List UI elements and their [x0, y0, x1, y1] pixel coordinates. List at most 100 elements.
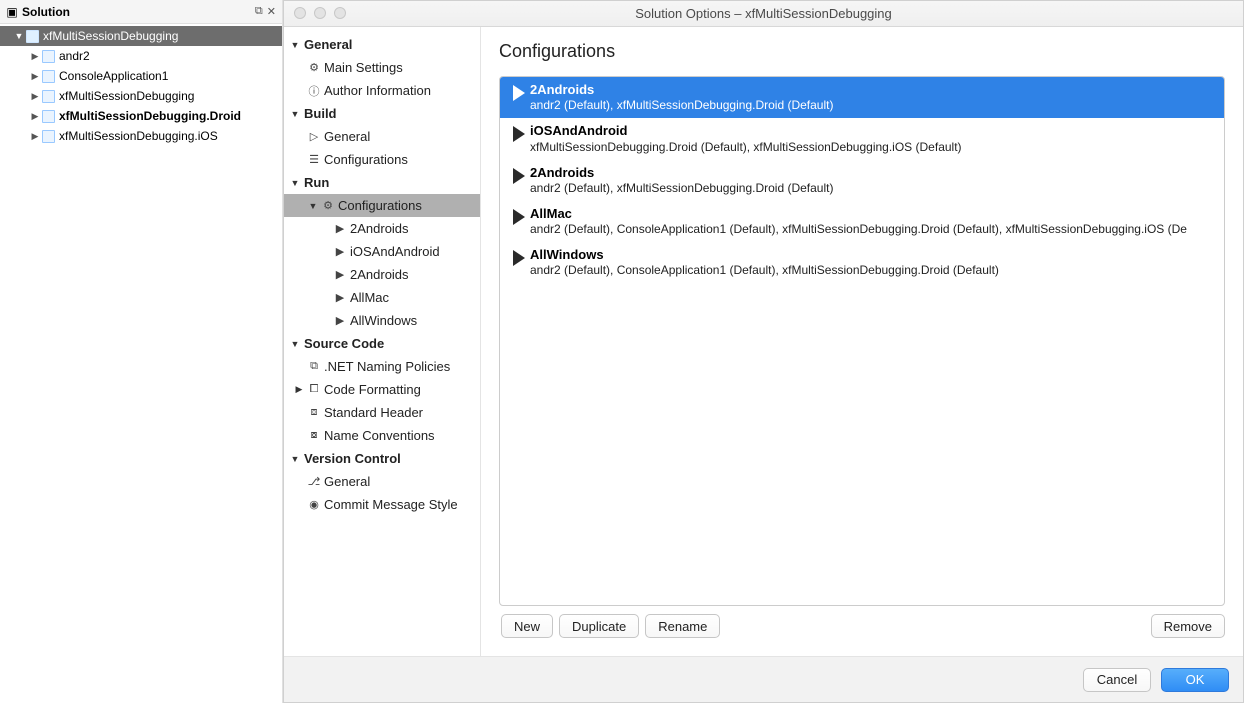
nav-item-build-configurations[interactable]: ☰Configurations: [284, 148, 480, 171]
chevron-right-icon[interactable]: ▶: [28, 131, 42, 142]
play-icon: ▶: [332, 268, 348, 281]
panel-pin-button[interactable]: ⧉: [255, 5, 263, 18]
solution-options-dialog: Solution Options – xfMultiSessionDebuggi…: [283, 0, 1244, 703]
nav-item-main-settings[interactable]: ⚙Main Settings: [284, 56, 480, 79]
nav-section-source-code[interactable]: ▼Source Code: [284, 332, 480, 355]
play-icon: [508, 81, 530, 102]
solution-panel-title: Solution: [22, 5, 255, 19]
project-item[interactable]: ▶ xfMultiSessionDebugging.Droid: [0, 106, 282, 126]
configuration-item[interactable]: 2Androids andr2 (Default), xfMultiSessio…: [500, 77, 1224, 118]
configuration-name: AllMac: [530, 206, 1216, 222]
chevron-down-icon[interactable]: ▼: [288, 109, 302, 119]
play-icon: [508, 122, 530, 143]
list-icon: ☰: [306, 153, 322, 166]
play-icon: [508, 205, 530, 226]
solution-root-label: xfMultiSessionDebugging: [43, 29, 178, 43]
ok-button[interactable]: OK: [1161, 668, 1229, 692]
configurations-toolbar: New Duplicate Rename Remove: [499, 606, 1225, 646]
configuration-desc: andr2 (Default), ConsoleApplication1 (De…: [530, 222, 1216, 237]
nav-section-run[interactable]: ▼Run: [284, 171, 480, 194]
cancel-button[interactable]: Cancel: [1083, 668, 1151, 692]
chevron-down-icon[interactable]: ▼: [288, 339, 302, 349]
content-title: Configurations: [499, 41, 1225, 62]
nav-item-run-configurations[interactable]: ▼⚙Configurations: [284, 194, 480, 217]
play-icon: ▶: [332, 291, 348, 304]
configuration-item[interactable]: AllWindows andr2 (Default), ConsoleAppli…: [500, 242, 1224, 283]
tag-icon: ⧉: [306, 360, 322, 373]
window-close-button[interactable]: [294, 7, 306, 19]
chevron-right-icon[interactable]: ▶: [28, 91, 42, 102]
chevron-down-icon[interactable]: ▼: [288, 178, 302, 188]
nav-item-run-config[interactable]: ▶2Androids: [284, 217, 480, 240]
panel-close-button[interactable]: ✕: [267, 5, 276, 18]
nav-item-build-general[interactable]: ▷General: [284, 125, 480, 148]
nav-item-code-formatting[interactable]: ▶⧠Code Formatting: [284, 378, 480, 401]
solution-root-item[interactable]: ▼ xfMultiSessionDebugging: [0, 26, 282, 46]
configuration-name: 2Androids: [530, 82, 1216, 98]
new-button[interactable]: New: [501, 614, 553, 638]
chevron-right-icon[interactable]: ▶: [292, 384, 306, 395]
chevron-right-icon[interactable]: ▶: [28, 51, 42, 62]
chevron-down-icon[interactable]: ▼: [288, 40, 302, 50]
project-label: xfMultiSessionDebugging: [59, 89, 194, 103]
configuration-item[interactable]: 2Androids andr2 (Default), xfMultiSessio…: [500, 160, 1224, 201]
nav-item-run-config[interactable]: ▶iOSAndAndroid: [284, 240, 480, 263]
project-icon: [42, 90, 55, 103]
nav-section-version-control[interactable]: ▼Version Control: [284, 447, 480, 470]
nav-item-run-config[interactable]: ▶2Androids: [284, 263, 480, 286]
nav-item-standard-header[interactable]: ⧈Standard Header: [284, 401, 480, 424]
project-label: ConsoleApplication1: [59, 69, 168, 83]
play-icon: [508, 246, 530, 267]
project-icon: [42, 70, 55, 83]
chevron-down-icon[interactable]: ▼: [306, 201, 320, 211]
configuration-name: iOSAndAndroid: [530, 123, 1216, 139]
play-icon: ▶: [332, 222, 348, 235]
configuration-name: 2Androids: [530, 165, 1216, 181]
solution-panel: ▣ Solution ⧉ ✕ ▼ xfMultiSessionDebugging…: [0, 0, 283, 703]
nav-item-author-info[interactable]: ⓘAuthor Information: [284, 79, 480, 102]
configuration-item[interactable]: AllMac andr2 (Default), ConsoleApplicati…: [500, 201, 1224, 242]
nav-item-name-conventions[interactable]: ⧇Name Conventions: [284, 424, 480, 447]
project-icon: [42, 130, 55, 143]
chevron-right-icon[interactable]: ▶: [28, 111, 42, 122]
chevron-down-icon[interactable]: ▼: [288, 454, 302, 464]
window-controls[interactable]: [294, 7, 346, 19]
rename-button[interactable]: Rename: [645, 614, 720, 638]
nav-item-naming-policies[interactable]: ⧉.NET Naming Policies: [284, 355, 480, 378]
configurations-list[interactable]: 2Androids andr2 (Default), xfMultiSessio…: [499, 76, 1225, 606]
branch-icon: ⎇: [306, 475, 322, 488]
remove-button[interactable]: Remove: [1151, 614, 1225, 638]
dialog-titlebar[interactable]: Solution Options – xfMultiSessionDebuggi…: [284, 1, 1243, 27]
chevron-down-icon[interactable]: ▼: [12, 31, 26, 41]
configuration-item[interactable]: iOSAndAndroid xfMultiSessionDebugging.Dr…: [500, 118, 1224, 159]
nav-item-commit-style[interactable]: ◉Commit Message Style: [284, 493, 480, 516]
window-minimize-button[interactable]: [314, 7, 326, 19]
duplicate-button[interactable]: Duplicate: [559, 614, 639, 638]
nav-item-vc-general[interactable]: ⎇General: [284, 470, 480, 493]
project-label: xfMultiSessionDebugging.iOS: [59, 129, 218, 143]
solution-tree[interactable]: ▼ xfMultiSessionDebugging ▶ andr2 ▶ Cons…: [0, 24, 282, 146]
gear-icon: ⚙: [320, 199, 336, 212]
project-icon: [42, 50, 55, 63]
configuration-desc: andr2 (Default), ConsoleApplication1 (De…: [530, 263, 1216, 278]
play-icon: ▷: [306, 130, 322, 143]
project-item[interactable]: ▶ xfMultiSessionDebugging.iOS: [0, 126, 282, 146]
nav-section-general[interactable]: ▼General: [284, 33, 480, 56]
id-icon: ⧇: [306, 429, 322, 442]
nav-section-build[interactable]: ▼Build: [284, 102, 480, 125]
configuration-desc: xfMultiSessionDebugging.Droid (Default),…: [530, 140, 1216, 155]
project-label: xfMultiSessionDebugging.Droid: [59, 109, 241, 123]
project-item[interactable]: ▶ andr2: [0, 46, 282, 66]
options-nav[interactable]: ▼General ⚙Main Settings ⓘAuthor Informat…: [284, 27, 481, 656]
project-icon: [42, 110, 55, 123]
window-zoom-button[interactable]: [334, 7, 346, 19]
project-item[interactable]: ▶ ConsoleApplication1: [0, 66, 282, 86]
check-icon: ◉: [306, 498, 322, 511]
gear-icon: ⚙: [306, 61, 322, 74]
chevron-right-icon[interactable]: ▶: [28, 71, 42, 82]
info-icon: ⓘ: [306, 83, 322, 99]
project-item[interactable]: ▶ xfMultiSessionDebugging: [0, 86, 282, 106]
dialog-footer: Cancel OK: [284, 657, 1243, 702]
nav-item-run-config[interactable]: ▶AllMac: [284, 286, 480, 309]
nav-item-run-config[interactable]: ▶AllWindows: [284, 309, 480, 332]
